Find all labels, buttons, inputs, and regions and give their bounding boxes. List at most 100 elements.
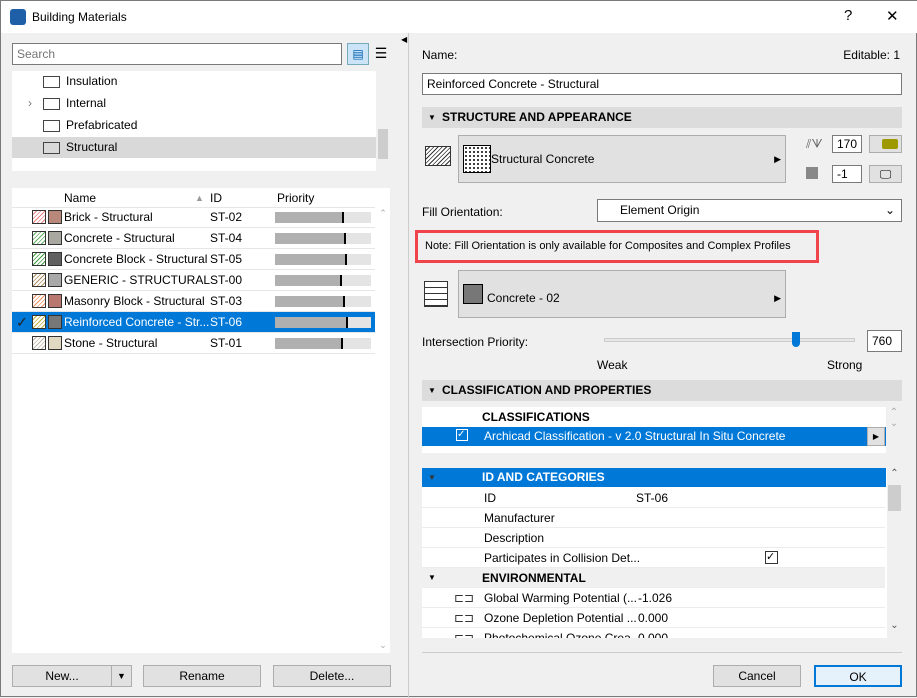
tree-item-label: Structural [66, 140, 118, 154]
table-row[interactable]: Masonry Block - Structural ST-03 [12, 291, 375, 312]
intersection-slider[interactable] [604, 332, 855, 347]
pen-color-button[interactable] [869, 135, 902, 153]
priority-bar [275, 275, 371, 286]
chevron-down-icon: ⌄ [884, 203, 895, 217]
column-priority[interactable]: Priority [277, 188, 314, 208]
property-row[interactable]: ID ST-06 [422, 488, 885, 508]
property-row[interactable]: ⊏⊐ Ozone Depletion Potential ... 0.000 [422, 608, 885, 628]
tree-item[interactable]: Insulation [12, 71, 376, 92]
fill-orientation-value: Element Origin [620, 203, 700, 217]
material-id: ST-01 [210, 336, 243, 350]
cut-fill-icon [425, 146, 451, 166]
property-value: ST-06 [636, 491, 669, 505]
expand-icon[interactable]: › [28, 93, 32, 113]
name-field[interactable]: Reinforced Concrete - Structural [422, 73, 902, 95]
table-scrollbar[interactable]: ⌃ ⌄ [376, 208, 390, 653]
tree-item[interactable]: Prefabricated [12, 115, 376, 136]
slider-thumb[interactable] [791, 332, 800, 347]
tree-item-label: Prefabricated [66, 118, 138, 132]
hatch-swatch [32, 336, 46, 350]
dropdown-arrow-icon[interactable]: ▼ [111, 666, 131, 686]
table-row[interactable]: Concrete - Structural ST-04 [12, 228, 375, 249]
tree-item[interactable]: › Internal [12, 93, 376, 114]
checkbox[interactable]: ✓ [765, 551, 778, 564]
checkbox[interactable]: ✓ [456, 429, 468, 441]
list-view-icon[interactable]: ☰ [372, 43, 390, 65]
environmental-header[interactable]: ▼ ENVIRONMENTAL [422, 568, 885, 588]
material-name: Concrete Block - Structural [64, 252, 208, 266]
fill-picker[interactable]: Structural Concrete ▶ [458, 135, 786, 183]
properties-scrollbar[interactable]: ⌃ ⌄ [887, 468, 902, 638]
classification-scrollbar[interactable]: ⌃ ⌄ [887, 407, 901, 429]
linked-property-icon: ⊏⊐ [454, 611, 475, 625]
intersection-value-field[interactable]: 760 [867, 330, 902, 352]
arrow-right-button[interactable]: ▶ [867, 427, 885, 446]
folder-icon [43, 76, 60, 88]
column-id[interactable]: ID [210, 188, 222, 208]
property-row[interactable]: Manufacturer [422, 508, 885, 528]
materials-table: Name ▲ ID Priority Brick - Structural ST-… [12, 188, 390, 653]
material-name: GENERIC - STRUCTURAL [64, 273, 211, 287]
classification-row[interactable]: ✓ Archicad Classification - v 2.0 Struct… [422, 427, 886, 446]
strong-label: Strong [827, 358, 863, 372]
properties-panel: ▼ ID AND CATEGORIES ID ST-06 Manufacturer De… [422, 468, 902, 638]
window-title: Building Materials [32, 10, 127, 24]
ok-button[interactable]: OK [814, 665, 902, 687]
hatch-swatch [32, 315, 46, 329]
table-row[interactable]: Stone - Structural ST-01 [12, 333, 375, 354]
color-swatch [48, 210, 62, 224]
new-button[interactable]: New... ▼ [12, 665, 132, 687]
linked-property-icon: ⊏⊐ [454, 591, 475, 605]
cancel-button[interactable]: Cancel [713, 665, 801, 687]
tree-item-label: Insulation [66, 74, 118, 88]
table-row[interactable]: ✓ Reinforced Concrete - Str... ST-06 [12, 312, 375, 333]
classifications-title: CLASSIFICATIONS [482, 410, 590, 424]
rename-button[interactable]: Rename [143, 665, 261, 687]
folder-icon [43, 142, 60, 154]
surface-picker[interactable]: Concrete - 02 ▶ [458, 270, 786, 318]
material-id: ST-04 [210, 231, 243, 245]
name-label: Name: [422, 48, 458, 62]
property-row[interactable]: Description [422, 528, 885, 548]
table-row[interactable]: Brick - Structural ST-02 [12, 207, 375, 228]
hatch-swatch [32, 231, 46, 245]
surface-name: Concrete - 02 [487, 291, 560, 305]
property-name: Participates in Collision Det... [484, 551, 641, 565]
pen-icon: ⫽ᗐ [806, 137, 823, 151]
pen-field-fg[interactable]: 170 [832, 135, 862, 153]
classification-section-header[interactable]: ▼ CLASSIFICATION AND PROPERTIES [422, 380, 902, 401]
pen-field-bg[interactable]: -1 [832, 165, 862, 183]
fill-orientation-select[interactable]: Element Origin ⌄ [597, 199, 902, 222]
property-row[interactable]: ⊏⊐ Photochemical Ozone Crea... 0.000 [422, 628, 885, 638]
help-button[interactable]: ? [844, 7, 852, 24]
property-row[interactable]: ⊏⊐ Global Warming Potential (... -1.026 [422, 588, 885, 608]
close-button[interactable]: ✕ [886, 7, 899, 25]
material-name: Stone - Structural [64, 336, 158, 350]
fill-swatch [463, 145, 491, 173]
delete-button[interactable]: Delete... [273, 665, 391, 687]
table-row[interactable]: Concrete Block - Structural ST-05 [12, 249, 375, 270]
property-name: ID [484, 491, 496, 505]
classification-value: Archicad Classification - v 2.0 Structur… [484, 429, 786, 443]
title-bar: Building Materials ? ✕ [1, 1, 917, 33]
splitter[interactable]: ◀ [401, 33, 409, 698]
hatch-swatch [32, 252, 46, 266]
table-row[interactable]: GENERIC - STRUCTURAL ST-00 [12, 270, 375, 291]
color-swatch [48, 252, 62, 266]
search-input[interactable] [12, 43, 342, 65]
tree-view-icon[interactable]: ▤ [347, 43, 369, 65]
material-id: ST-00 [210, 273, 243, 287]
priority-bar [275, 212, 371, 223]
tree-item[interactable]: Structural [12, 137, 376, 158]
material-id: ST-05 [210, 252, 243, 266]
priority-bar [275, 233, 371, 244]
property-name: Global Warming Potential (... [484, 591, 637, 605]
column-name[interactable]: Name [64, 188, 96, 208]
structure-section-header[interactable]: ▼ STRUCTURE AND APPEARANCE [422, 107, 902, 128]
material-name: Masonry Block - Structural [64, 294, 205, 308]
tree-scrollbar[interactable] [376, 71, 390, 171]
color-swatch [48, 315, 62, 329]
id-categories-header[interactable]: ▼ ID AND CATEGORIES [422, 468, 886, 487]
property-row[interactable]: Participates in Collision Det... ✓ [422, 548, 885, 568]
monitor-button[interactable]: 🖵 [869, 165, 902, 183]
